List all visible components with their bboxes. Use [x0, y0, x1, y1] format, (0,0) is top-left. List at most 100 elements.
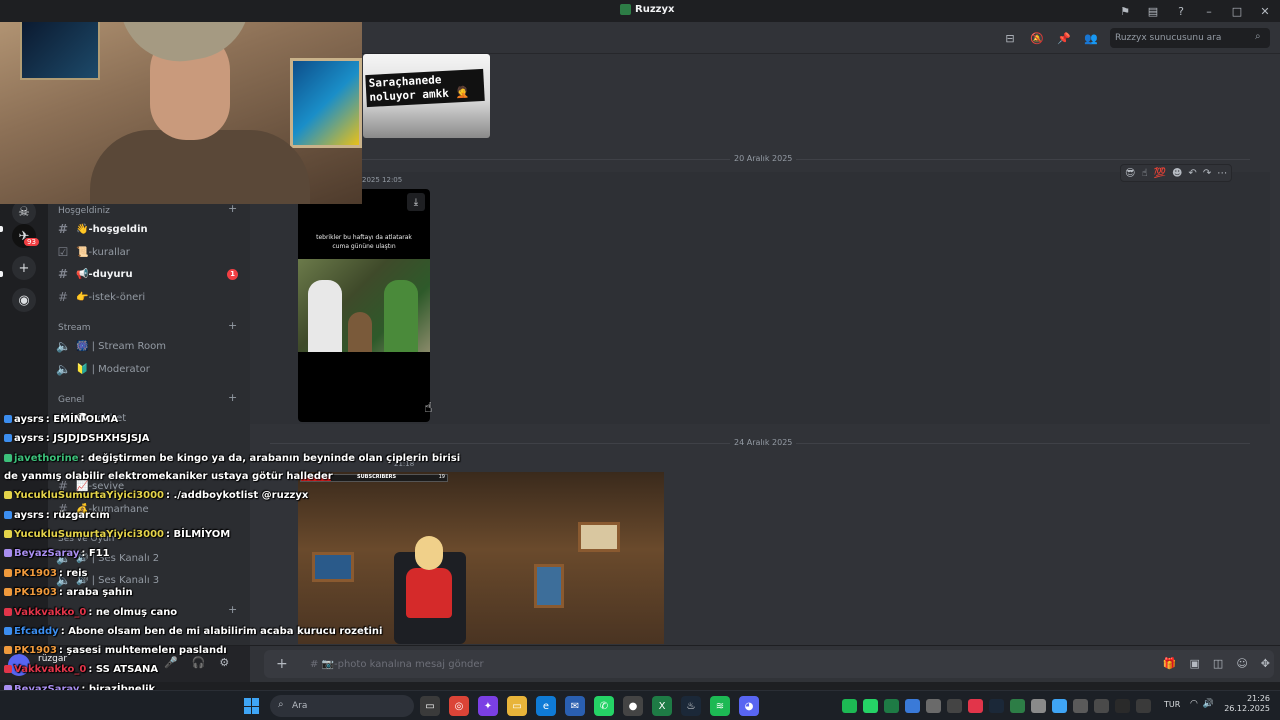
threads-icon[interactable]: ⊟	[1002, 30, 1018, 46]
tray-app-icon[interactable]	[947, 699, 962, 713]
discord-window: ⊟ 🔕 📌 👥 ⌕ Saraçhanede noluyor amkk 🤦 20 …	[0, 0, 1280, 720]
download-icon[interactable]: ⤓	[407, 193, 425, 211]
chat-badge-icon	[4, 415, 12, 423]
taskbar-search-input[interactable]	[270, 695, 414, 717]
message-input[interactable]	[310, 657, 830, 672]
volume-icon[interactable]: 🔊	[1203, 699, 1214, 709]
mute-bell-icon[interactable]: 🔕	[1029, 30, 1045, 46]
tray-app-icon[interactable]	[884, 699, 899, 713]
meme-image[interactable]: Saraçhanede noluyor amkk 🤦	[363, 54, 490, 138]
server-search-input[interactable]	[1110, 28, 1270, 48]
chat-badge-icon	[4, 454, 12, 462]
chat-message: aysrs: rüzgarcım	[4, 510, 110, 521]
stream-clip-attachment[interactable]: SUBSCRIBERS 19	[298, 472, 664, 644]
whatsapp-icon[interactable]: ✆	[594, 696, 614, 716]
category-genel[interactable]: Genel	[58, 395, 84, 405]
inbox-icon[interactable]: ▤	[1144, 2, 1162, 20]
apps-icon[interactable]: ✥	[1261, 657, 1270, 670]
sticker-icon[interactable]: ◫	[1213, 657, 1223, 670]
add-reaction-icon[interactable]: ☻	[1172, 168, 1182, 179]
tray-app-icon[interactable]	[1073, 699, 1088, 713]
discover-icon[interactable]: ◉	[12, 288, 36, 312]
tray-app-icon[interactable]	[1010, 699, 1025, 713]
chat-text: F11	[88, 548, 110, 559]
spotify-icon[interactable]: ≋	[710, 696, 730, 716]
chat-text: reis	[66, 568, 88, 579]
obs-icon[interactable]: ●	[623, 696, 643, 716]
reaction-point-icon[interactable]: ☝	[1141, 168, 1147, 179]
language-indicator[interactable]: TUR	[1164, 700, 1180, 709]
chat-text: Abone olsam ben de mi alabilirim acaba k…	[68, 626, 383, 637]
edge-icon[interactable]: e	[536, 696, 556, 716]
message-actions-bar: 😎 ☝ 💯 ☻ ↶ ↷ ⋯	[1120, 164, 1233, 182]
chat-username: aysrs	[14, 414, 44, 425]
emoji-icon[interactable]: ☺	[1236, 657, 1247, 670]
add-attachment-icon[interactable]: +	[276, 656, 288, 672]
headphones-icon[interactable]: 🎧	[192, 656, 206, 669]
channel-istek-oneri[interactable]: # 👉-istek-öneri	[56, 287, 244, 307]
steam-icon[interactable]: ♨	[681, 696, 701, 716]
microphone-icon[interactable]: 🎤	[164, 656, 178, 669]
tray-app-icon[interactable]	[1031, 699, 1046, 713]
channel-duyuru[interactable]: # 📢-duyuru 1	[56, 264, 244, 284]
wifi-icon[interactable]: ◠	[1190, 699, 1198, 709]
voice-channel-stream-room[interactable]: 🔈 🎆 | Stream Room	[56, 336, 244, 356]
add-server-icon[interactable]: +	[12, 256, 36, 280]
tray-app-icon[interactable]	[1136, 699, 1151, 713]
maximize-button[interactable]: □	[1228, 2, 1246, 20]
add-channel-icon[interactable]: +	[228, 603, 237, 616]
tray-app-icon[interactable]	[905, 699, 920, 713]
more-icon[interactable]: ⋯	[1217, 168, 1227, 179]
hash-icon: #	[57, 290, 69, 304]
chat-text: SS ATSANA	[95, 664, 159, 675]
channel-hosgeldin[interactable]: # 👋-hoşgeldin	[56, 219, 244, 239]
discord-icon[interactable]: ◕	[739, 696, 759, 716]
tray-app-icon[interactable]	[926, 699, 941, 713]
add-channel-icon[interactable]: +	[228, 391, 237, 404]
help-icon[interactable]: ?	[1172, 2, 1190, 20]
tray-app-icon[interactable]	[863, 699, 878, 713]
reply-icon[interactable]: ↶	[1188, 168, 1196, 179]
gift-icon[interactable]: 🎁	[1163, 657, 1177, 670]
search-icon: ⌕	[1255, 31, 1261, 42]
tray-app-icon[interactable]	[1052, 699, 1067, 713]
chat-text: JSJDJDSHXHSJSJA	[53, 433, 150, 444]
excel-icon[interactable]: X	[652, 696, 672, 716]
taskbar-clock[interactable]: 21:26 26.12.2025	[1222, 694, 1270, 715]
members-icon[interactable]: 👥	[1083, 30, 1099, 46]
reaction-100-icon[interactable]: 💯	[1154, 168, 1166, 179]
task-view-icon[interactable]: ▭	[420, 696, 440, 716]
video-attachment[interactable]: tebrikler bu haftayı da atlatarak cuma g…	[298, 189, 430, 422]
chat-username: PK1903	[14, 587, 57, 598]
tray-app-icon[interactable]	[968, 699, 983, 713]
outlook-icon[interactable]: ✉	[565, 696, 585, 716]
tray-app-icon[interactable]	[1094, 699, 1109, 713]
rules-icon: ☑	[57, 245, 69, 259]
category-stream[interactable]: Stream	[58, 323, 91, 333]
streamer-body	[90, 130, 310, 204]
flag-icon[interactable]: ⚑	[1116, 2, 1134, 20]
forward-icon[interactable]: ↷	[1203, 168, 1211, 179]
category-hosgeldiniz[interactable]: Hoşgeldiniz	[58, 206, 110, 216]
tray-app-icon[interactable]	[989, 699, 1004, 713]
gif-icon[interactable]: ▣	[1190, 657, 1200, 670]
chat-badge-icon	[4, 549, 12, 557]
start-button[interactable]	[244, 698, 260, 714]
settings-gear-icon[interactable]: ⚙	[219, 656, 229, 669]
voice-channel-moderator[interactable]: 🔈 🔰 | Moderator	[56, 359, 244, 379]
chat-badge-icon	[4, 627, 12, 635]
chat-message: PK1903: şasesi muhtemelen paslandı	[4, 645, 227, 656]
add-channel-icon[interactable]: +	[228, 319, 237, 332]
chat-badge-icon	[4, 434, 12, 442]
hand-cursor-icon: ☝	[424, 400, 433, 416]
chrome-icon[interactable]: ◎	[449, 696, 469, 716]
file-explorer-icon[interactable]: ▭	[507, 696, 527, 716]
channel-kurallar[interactable]: ☑ 📜-kurallar	[56, 242, 244, 262]
close-button[interactable]: ✕	[1256, 2, 1274, 20]
minimize-button[interactable]: –	[1200, 2, 1218, 20]
tray-app-icon[interactable]	[842, 699, 857, 713]
copilot-icon[interactable]: ✦	[478, 696, 498, 716]
tray-app-icon[interactable]	[1115, 699, 1130, 713]
reaction-sunglasses-icon[interactable]: 😎	[1125, 168, 1135, 179]
pin-icon[interactable]: 📌	[1056, 30, 1072, 46]
